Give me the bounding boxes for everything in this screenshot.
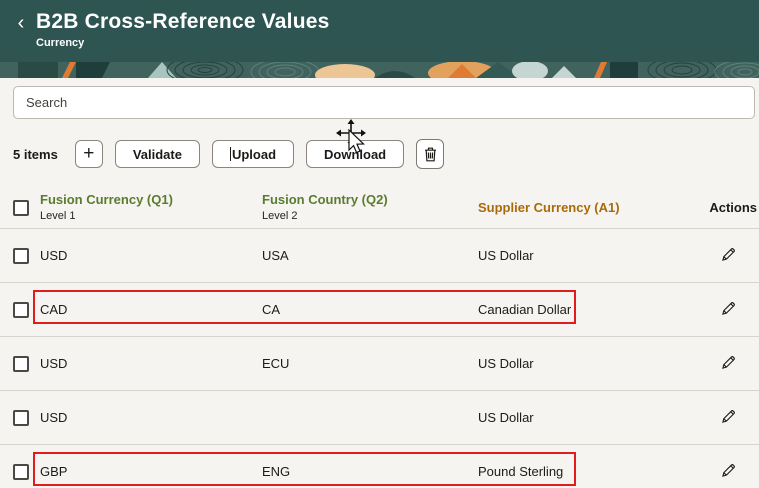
table-row: CAD CA Canadian Dollar [0, 283, 759, 337]
fusion-country-cell: CA [262, 302, 478, 317]
table-row: GBP ENG Pound Sterling [0, 445, 759, 488]
page-header: ‹ B2B Cross-Reference Values Currency [0, 0, 759, 62]
column-sublabel: Level 1 [40, 209, 262, 224]
page-subtitle: Currency [36, 37, 330, 49]
row-checkbox[interactable] [13, 410, 29, 426]
validate-button[interactable]: Validate [115, 140, 200, 168]
table-row: USD USA US Dollar [0, 229, 759, 283]
pencil-icon [720, 408, 737, 425]
search-input[interactable] [13, 86, 755, 119]
trash-icon [423, 146, 438, 162]
column-header-supplier-currency[interactable]: Supplier Currency (A1) [478, 200, 685, 215]
decorative-banner [0, 62, 759, 78]
column-header-fusion-currency[interactable]: Fusion Currency (Q1) Level 1 [40, 192, 262, 224]
pencil-icon [720, 354, 737, 371]
supplier-currency-cell: US Dollar [478, 410, 685, 425]
row-checkbox[interactable] [13, 356, 29, 372]
search-box [13, 86, 755, 119]
fusion-country-cell: USA [262, 248, 478, 263]
back-icon[interactable]: ‹ [12, 13, 30, 33]
column-sublabel: Level 2 [262, 209, 478, 224]
pencil-icon [720, 462, 737, 479]
pencil-icon [720, 246, 737, 263]
items-count: 5 items [13, 147, 58, 162]
table-header-row: Fusion Currency (Q1) Level 1 Fusion Coun… [0, 187, 759, 229]
fusion-currency-cell: CAD [40, 302, 262, 317]
fusion-country-cell: ECU [262, 356, 478, 371]
edit-button[interactable] [718, 244, 739, 268]
fusion-currency-cell: USD [40, 356, 262, 371]
table-row: USD US Dollar [0, 391, 759, 445]
page-title: B2B Cross-Reference Values [36, 10, 330, 34]
delete-button[interactable] [416, 139, 444, 169]
supplier-currency-cell: Canadian Dollar [478, 302, 685, 317]
upload-button[interactable]: Upload [212, 140, 294, 168]
cross-reference-table: Fusion Currency (Q1) Level 1 Fusion Coun… [0, 187, 759, 488]
row-checkbox[interactable] [13, 302, 29, 318]
select-all-checkbox[interactable] [13, 200, 29, 216]
supplier-currency-cell: US Dollar [478, 356, 685, 371]
supplier-currency-cell: US Dollar [478, 248, 685, 263]
toolbar: 5 items + Validate Upload Download [13, 139, 759, 169]
table-row: USD ECU US Dollar [0, 337, 759, 391]
text-caret [230, 147, 231, 161]
column-header-actions: Actions [685, 200, 759, 215]
row-checkbox[interactable] [13, 248, 29, 264]
download-button[interactable]: Download [306, 140, 404, 168]
edit-button[interactable] [718, 406, 739, 430]
pencil-icon [720, 300, 737, 317]
row-checkbox[interactable] [13, 464, 29, 480]
fusion-currency-cell: USD [40, 248, 262, 263]
add-button[interactable]: + [75, 140, 103, 168]
banner-illustration [0, 62, 759, 78]
table-body: USD USA US Dollar CAD CA Canadian Dollar [0, 229, 759, 488]
fusion-currency-cell: USD [40, 410, 262, 425]
edit-button[interactable] [718, 352, 739, 376]
fusion-currency-cell: GBP [40, 464, 262, 479]
edit-button[interactable] [718, 298, 739, 322]
fusion-country-cell: ENG [262, 464, 478, 479]
edit-button[interactable] [718, 460, 739, 484]
supplier-currency-cell: Pound Sterling [478, 464, 685, 479]
column-header-fusion-country[interactable]: Fusion Country (Q2) Level 2 [262, 192, 478, 224]
